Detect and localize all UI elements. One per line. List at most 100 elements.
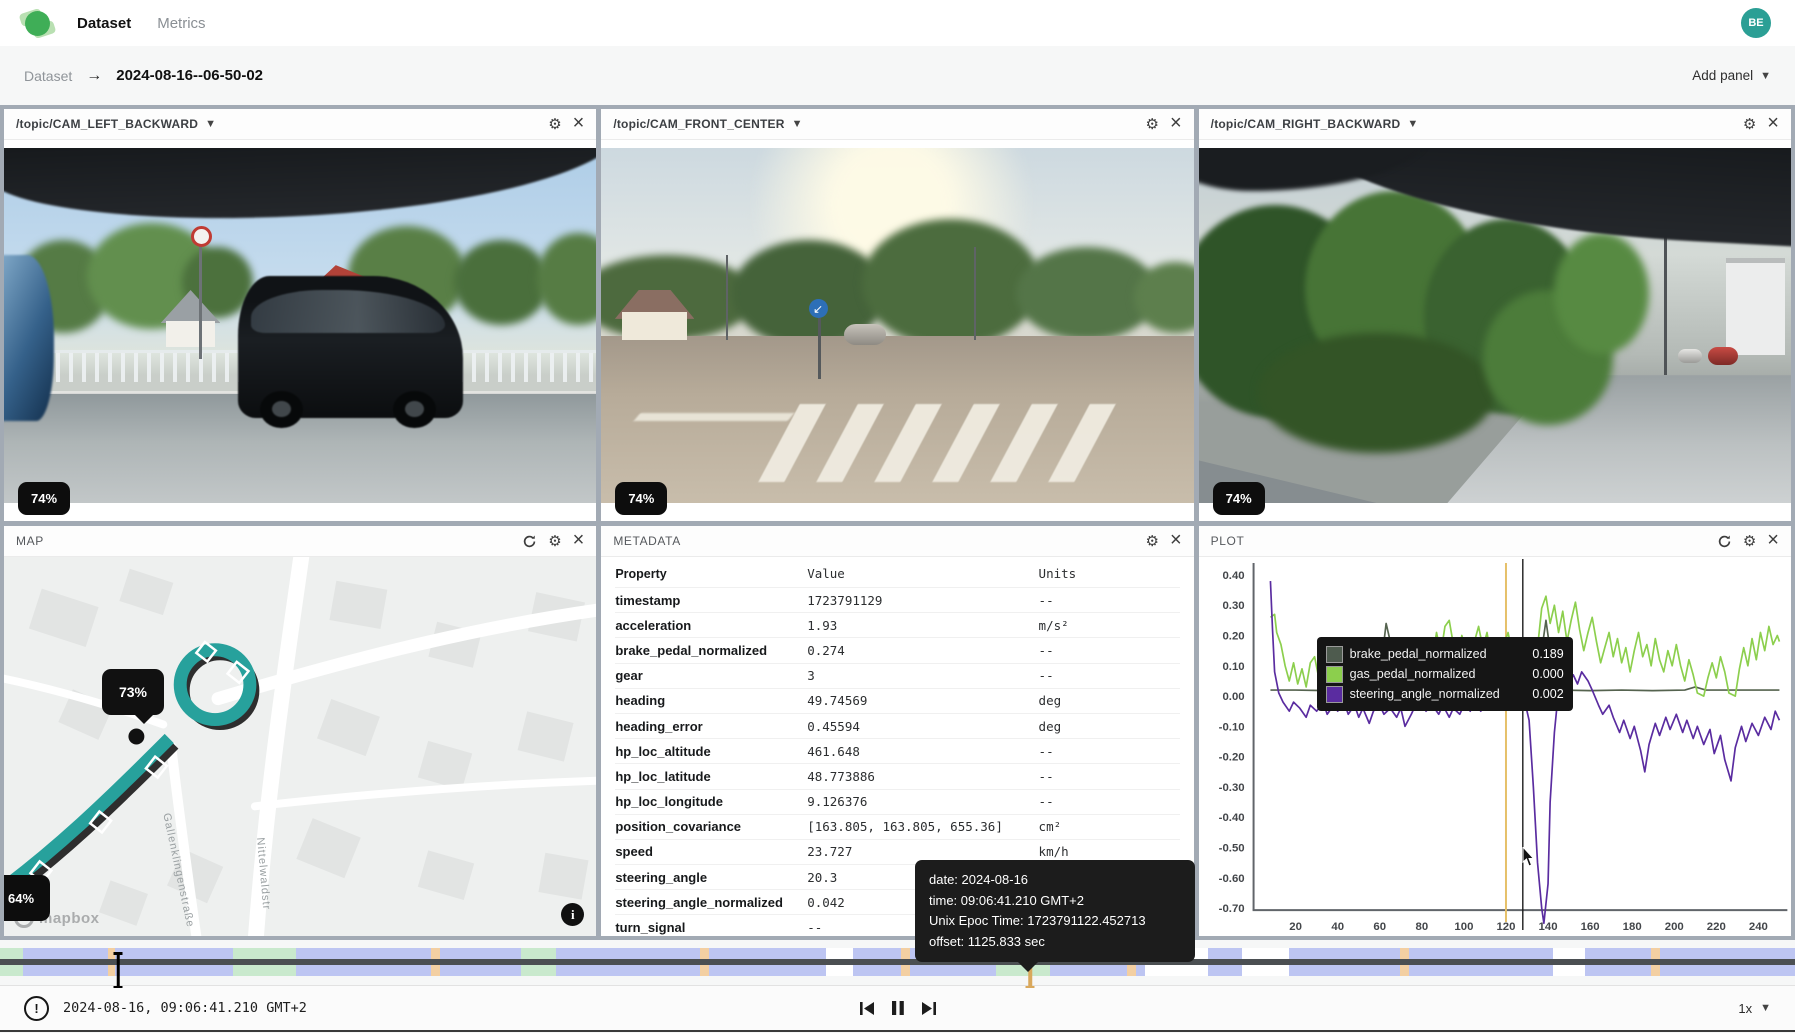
svg-text:-0.70: -0.70 — [1218, 903, 1244, 915]
table-cell: -- — [1039, 638, 1180, 663]
table-cell: steering_angle — [615, 865, 807, 890]
gear-icon[interactable]: ⚙ — [1146, 534, 1159, 549]
legend-entry: gas_pedal_normalized0.000 — [1326, 664, 1564, 684]
refresh-icon[interactable] — [522, 534, 537, 549]
timeline-track-bottom[interactable] — [0, 965, 1795, 976]
skip-to-start-button[interactable] — [859, 1001, 876, 1016]
timeline-segment — [431, 948, 440, 959]
timeline-segment — [1136, 965, 1145, 976]
map-tiles — [4, 557, 596, 936]
close-icon[interactable]: × — [1767, 530, 1779, 550]
table-cell: cm² — [1039, 814, 1180, 839]
legend-series-value: 0.000 — [1532, 667, 1563, 681]
svg-text:40: 40 — [1331, 921, 1344, 933]
chevron-down-icon[interactable]: ▼ — [792, 118, 803, 130]
tooltip-date: date: 2024-08-16 — [929, 870, 1181, 891]
close-icon[interactable]: × — [1170, 530, 1182, 550]
topic-selector[interactable]: /topic/CAM_RIGHT_BACKWARD — [1211, 117, 1401, 131]
alert-icon[interactable]: ! — [24, 996, 49, 1021]
breadcrumb-root[interactable]: Dataset — [24, 68, 72, 84]
timeline-segment — [1145, 965, 1208, 976]
avatar[interactable]: BE — [1741, 8, 1771, 38]
table-cell: -- — [1039, 663, 1180, 688]
close-icon[interactable]: × — [573, 113, 585, 133]
map-canvas[interactable]: Gallenklingenstraße Nittelwaldstr 73% 64… — [4, 557, 596, 936]
table-cell: 3 — [807, 663, 1038, 688]
timeline-segment — [521, 965, 557, 976]
timeline[interactable] — [0, 940, 1795, 985]
hover-cursor[interactable] — [110, 950, 126, 990]
timeline-segment — [700, 948, 709, 959]
timeline-segment — [1585, 948, 1651, 959]
table-cell: 48.773886 — [807, 764, 1038, 789]
svg-text:0.10: 0.10 — [1222, 661, 1244, 673]
svg-text:240: 240 — [1749, 921, 1768, 933]
legend-swatch — [1326, 686, 1343, 703]
table-cell: [163.805, 163.805, 655.36] — [807, 814, 1038, 839]
tab-metrics[interactable]: Metrics — [157, 15, 205, 32]
panel-title: PLOT — [1211, 534, 1245, 548]
svg-text:200: 200 — [1664, 921, 1683, 933]
tab-dataset[interactable]: Dataset — [77, 15, 131, 32]
table-cell: heading_error — [615, 713, 807, 738]
timeline-segment — [23, 965, 107, 976]
panel-grid: /topic/CAM_LEFT_BACKWARD ▼ ⚙ × — [0, 105, 1795, 948]
timeline-segment — [1651, 948, 1660, 959]
breadcrumb-bar: Dataset → 2024-08-16--06-50-02 Add panel… — [0, 46, 1795, 105]
table-cell: 0.274 — [807, 638, 1038, 663]
legend-swatch — [1326, 646, 1343, 663]
timeline-segment — [556, 965, 700, 976]
timeline-segment — [1553, 965, 1585, 976]
gear-icon[interactable]: ⚙ — [1743, 117, 1756, 132]
table-cell: speed — [615, 839, 807, 864]
timeline-strip[interactable] — [0, 948, 1795, 976]
timeline-segment — [296, 948, 431, 959]
panel-header: METADATA ⚙ × — [601, 526, 1193, 557]
close-icon[interactable]: × — [573, 530, 585, 550]
add-panel-button[interactable]: Add panel ▼ — [1692, 68, 1771, 83]
close-icon[interactable]: × — [1767, 113, 1779, 133]
timeline-segment — [826, 948, 853, 959]
gear-icon[interactable]: ⚙ — [1743, 534, 1756, 549]
close-icon[interactable]: × — [1170, 113, 1182, 133]
table-row: hp_loc_altitude461.648-- — [615, 739, 1179, 764]
table-cell: 9.126376 — [807, 789, 1038, 814]
timeline-segment — [1050, 965, 1127, 976]
panel-title: MAP — [16, 534, 44, 548]
gear-icon[interactable]: ⚙ — [1146, 117, 1159, 132]
chevron-down-icon[interactable]: ▼ — [1407, 118, 1418, 130]
panel-header: /topic/CAM_RIGHT_BACKWARD ▼ ⚙ × — [1199, 109, 1791, 140]
topic-selector[interactable]: /topic/CAM_FRONT_CENTER — [613, 117, 784, 131]
skip-to-end-button[interactable] — [920, 1001, 937, 1016]
table-cell: -- — [1039, 789, 1180, 814]
timeline-segment — [0, 948, 23, 959]
refresh-icon[interactable] — [1717, 534, 1732, 549]
plot-canvas[interactable]: 0.400.300.200.100.00-0.10-0.20-0.30-0.40… — [1199, 557, 1791, 936]
gear-icon[interactable]: ⚙ — [548, 117, 561, 132]
table-cell: turn_signal — [615, 915, 807, 936]
map-progress-tooltip: 73% — [102, 669, 164, 715]
chevron-down-icon[interactable]: ▼ — [205, 118, 216, 130]
column-header-value: Value — [807, 559, 1038, 588]
timeline-segment — [700, 965, 709, 976]
playback-speed-selector[interactable]: 1x ▼ — [1738, 1001, 1771, 1016]
line-chart[interactable]: 0.400.300.200.100.00-0.10-0.20-0.30-0.40… — [1199, 557, 1791, 936]
panel-header: PLOT ⚙ × — [1199, 526, 1791, 557]
add-panel-label: Add panel — [1692, 68, 1753, 83]
tooltip-unix-time: Unix Epoc Time: 1723791122.452713 — [929, 911, 1181, 932]
table-header-row: Property Value Units — [615, 559, 1179, 588]
panel-map: MAP ⚙ × — [4, 526, 596, 936]
camera-image-left-backward — [4, 148, 596, 503]
gear-icon[interactable]: ⚙ — [548, 534, 561, 549]
timeline-segment — [1289, 948, 1400, 959]
table-cell: 461.648 — [807, 739, 1038, 764]
pause-button[interactable] — [891, 1000, 905, 1016]
legend-series-value: 0.002 — [1532, 687, 1563, 701]
timeline-segment — [1660, 965, 1795, 976]
map-corner-badge: 64% — [4, 875, 50, 921]
timeline-track-top[interactable] — [0, 948, 1795, 959]
timeline-segment — [440, 948, 521, 959]
tooltip-time: time: 09:06:41.210 GMT+2 — [929, 891, 1181, 912]
timeline-segment — [431, 965, 440, 976]
topic-selector[interactable]: /topic/CAM_LEFT_BACKWARD — [16, 117, 198, 131]
